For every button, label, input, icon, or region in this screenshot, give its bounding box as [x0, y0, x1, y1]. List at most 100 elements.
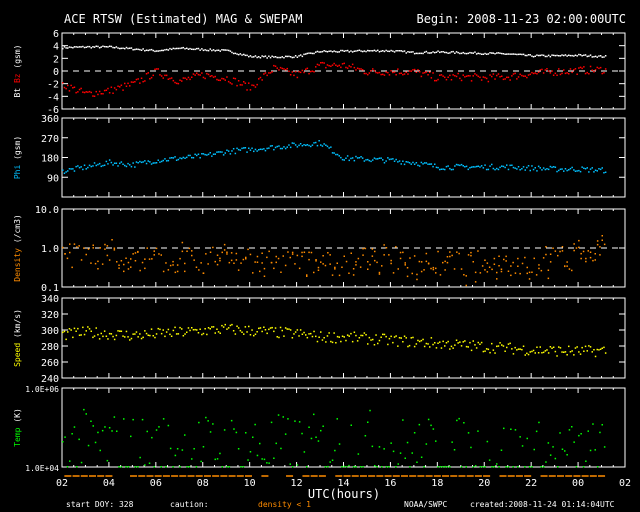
data-point-density [557, 254, 559, 257]
data-point-bz [576, 73, 578, 75]
data-point-speed [248, 325, 250, 328]
data-point-bt [102, 45, 104, 47]
data-point-bz [132, 81, 134, 83]
data-point-phi [196, 154, 198, 157]
data-point-temp [432, 428, 435, 430]
y-tick-label: 0 [53, 67, 59, 78]
data-point-bz [393, 71, 396, 73]
data-point-bz [227, 80, 230, 83]
data-point-bt [211, 49, 213, 52]
y-axis-label-part: Bz [13, 73, 22, 83]
data-point-density [496, 271, 498, 274]
data-point-speed [140, 337, 143, 340]
data-point-bz [232, 77, 235, 79]
data-point-temp [153, 466, 155, 468]
data-point-bz [67, 84, 69, 87]
data-point-speed [77, 327, 79, 330]
data-point-temp [233, 428, 235, 430]
data-point-density [176, 270, 179, 273]
data-point-temp [383, 448, 385, 450]
data-point-bt [356, 49, 359, 52]
data-point-speed [182, 335, 185, 337]
y-tick-label: 1.0E+06 [25, 385, 59, 394]
data-point-bz [263, 73, 265, 75]
data-point-bz [568, 73, 570, 75]
data-point-phi [318, 140, 320, 142]
data-point-speed [65, 338, 67, 341]
data-point-density [432, 268, 435, 271]
data-point-phi [90, 165, 92, 168]
data-point-density [284, 264, 287, 267]
data-point-temp [528, 466, 531, 468]
data-point-speed [124, 336, 126, 338]
data-point-bt [412, 51, 414, 53]
data-point-phi [323, 143, 325, 145]
data-point-phi [234, 152, 237, 155]
data-point-phi [547, 168, 550, 171]
data-point-density [221, 251, 223, 254]
data-point-speed [407, 345, 409, 348]
data-point-bz [68, 90, 71, 92]
data-point-speed [522, 345, 525, 347]
data-point-temp [343, 465, 345, 468]
data-point-temp [484, 466, 486, 468]
data-point-bz [430, 77, 433, 79]
data-point-temp [275, 442, 277, 445]
data-point-temp [144, 464, 146, 466]
data-point-bt [484, 52, 486, 55]
data-point-density [134, 252, 137, 254]
data-point-density [578, 239, 580, 242]
data-point-temp [282, 416, 284, 418]
data-point-bt [504, 53, 506, 55]
y-tick-label: 180 [41, 154, 59, 165]
data-point-density [301, 255, 303, 258]
data-point-bt [145, 49, 148, 51]
data-point-bt [92, 46, 94, 48]
data-point-density [549, 253, 552, 255]
data-point-speed [338, 336, 340, 338]
data-point-speed [154, 336, 156, 339]
data-point-phi [460, 163, 463, 166]
data-point-phi [192, 157, 195, 159]
data-point-bt [296, 56, 299, 58]
data-point-phi [73, 170, 76, 172]
data-point-density [153, 250, 155, 252]
data-point-bt [276, 56, 278, 59]
data-point-bt [107, 46, 109, 48]
data-point-bt [574, 54, 577, 56]
data-point-phi [206, 154, 208, 156]
data-point-bz [276, 67, 278, 69]
data-point-temp [165, 466, 167, 468]
data-point-speed [234, 333, 237, 335]
data-point-phi [271, 145, 273, 147]
data-point-bt [566, 55, 568, 57]
data-point-density [331, 274, 334, 276]
data-point-bz [165, 74, 168, 77]
data-point-speed [155, 333, 158, 335]
data-point-bz [372, 68, 374, 70]
data-point-phi [67, 170, 69, 172]
data-point-bz [429, 71, 431, 73]
data-point-speed [536, 346, 538, 348]
data-point-phi [259, 148, 262, 150]
data-point-density [298, 267, 301, 270]
data-point-bt [497, 52, 500, 54]
data-point-phi [152, 162, 154, 164]
data-point-phi [97, 163, 99, 166]
data-point-temp [385, 466, 388, 468]
data-point-bz [293, 74, 295, 77]
data-point-bt [434, 51, 436, 54]
data-point-speed [320, 331, 322, 333]
data-point-phi [380, 157, 382, 159]
data-point-phi [440, 168, 443, 170]
data-point-bz [219, 79, 221, 82]
data-point-phi [368, 159, 371, 162]
data-point-speed [219, 332, 221, 334]
data-point-density [470, 254, 472, 257]
data-point-bt [425, 50, 428, 53]
data-point-phi [469, 167, 471, 169]
data-point-bz [390, 70, 392, 72]
data-point-speed [584, 345, 587, 348]
data-point-bz [563, 69, 565, 71]
data-point-density [463, 274, 465, 276]
